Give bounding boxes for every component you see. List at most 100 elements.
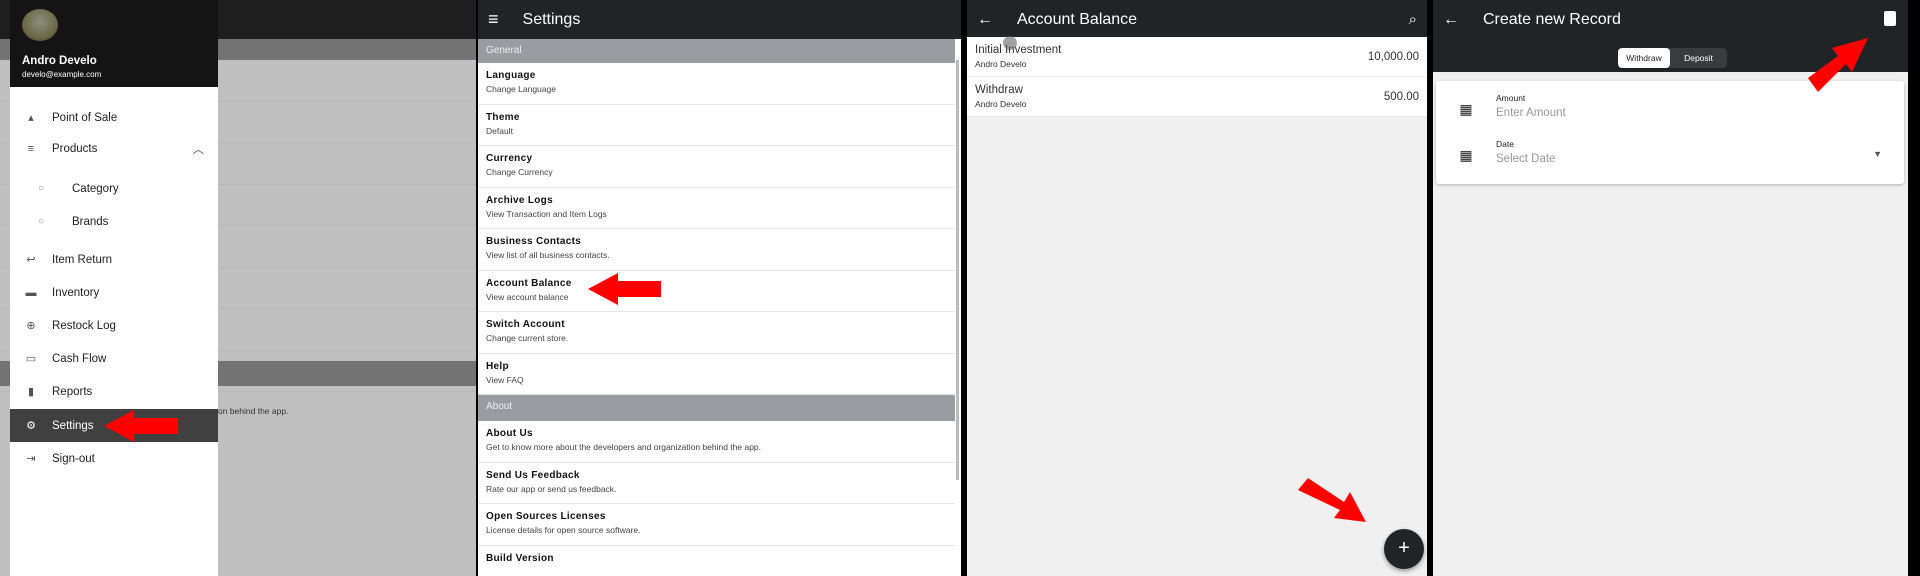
red-arrow-annotation (1808, 38, 1868, 92)
item-subtitle: View account balance (486, 291, 569, 302)
circle-icon: ○ (37, 216, 45, 227)
item-title: Switch Account (486, 319, 565, 330)
item-title: Build Version (486, 552, 554, 564)
menu-label: Products (52, 142, 98, 155)
item-subtitle: View FAQ (486, 374, 524, 385)
menu-reports[interactable]: ▮ Reports (10, 375, 218, 408)
settings-item[interactable]: Switch Account Change current store. (478, 312, 955, 354)
row-user: Andro Develo (975, 99, 1027, 109)
item-title: Business Contacts (486, 236, 582, 247)
settings-item[interactable]: Currency Change Currency (478, 146, 955, 188)
user-name: Andro Develo (22, 55, 97, 67)
plus-circle-icon: ⊕ (26, 320, 36, 332)
menu-cash-flow[interactable]: ▭ Cash Flow (10, 342, 218, 375)
page-title: Create new Record (1483, 11, 1621, 28)
app-bar: ← Account Balance ⌕ (967, 0, 1427, 39)
menu-label: Item Return (52, 253, 113, 266)
red-arrow-annotation (1298, 478, 1366, 522)
item-title: Help (486, 360, 509, 372)
app-bar: ≡ Settings (478, 0, 961, 39)
menu-label: Point of Sale (52, 111, 118, 124)
date-field[interactable]: ▦ Date Select Date ▼ (1436, 139, 1904, 165)
item-subtitle: License details for open source software… (486, 525, 641, 535)
settings-item[interactable]: Account Balance View account balance (478, 271, 955, 312)
item-subtitle: Change Currency (486, 167, 553, 177)
box-icon: ▬ (25, 286, 37, 299)
menu-sign-out[interactable]: ⇥ Sign-out (10, 442, 218, 475)
reply-icon: ↩ (26, 254, 36, 266)
avatar (22, 9, 58, 41)
settings-item[interactable]: Business Contacts View list of all busine… (478, 229, 955, 271)
page-title: Settings (522, 10, 581, 28)
amount-placeholder: Enter Amount (1496, 107, 1566, 119)
settings-item[interactable]: Build Version (478, 546, 955, 576)
calculator-icon: ▦ (1459, 101, 1473, 117)
drawer-screen: on behind the app. Andro Develo develo@e… (0, 0, 476, 576)
dropdown-icon[interactable]: ▼ (1873, 139, 1882, 165)
menu-inventory[interactable]: ▬ Inventory (10, 276, 218, 309)
menu-products[interactable]: ≡ Products ︿ (10, 132, 218, 165)
back-arrow-icon[interactable]: ← (977, 11, 993, 29)
red-arrow-annotation (104, 410, 178, 442)
circle-icon: ○ (37, 183, 45, 194)
menu-label: Settings (52, 419, 94, 432)
row-user: Andro Develo (975, 59, 1027, 69)
type-toggle: Withdraw Deposit (1618, 48, 1727, 68)
bar-chart-icon: ▮ (27, 386, 35, 398)
item-subtitle: View Transaction and Item Logs (486, 208, 607, 219)
settings-screen: ≡ Settings General Language Change Langua… (478, 0, 961, 576)
settings-item[interactable]: Help View FAQ (478, 354, 955, 395)
card-icon: ▭ (25, 353, 37, 365)
tab-deposit[interactable]: Deposit (1670, 48, 1727, 68)
back-arrow-icon[interactable]: ← (1443, 11, 1459, 29)
row-name: Initial Investment (975, 44, 1062, 56)
settings-item[interactable]: Archive Logs View Transaction and Item Lo… (478, 188, 955, 229)
settings-item[interactable]: Language Change Language (478, 63, 955, 105)
item-subtitle: Default (486, 125, 513, 136)
list-icon: ≡ (27, 142, 35, 155)
scrollbar[interactable] (956, 60, 959, 480)
add-record-fab[interactable]: + (1384, 529, 1424, 569)
menu-icon[interactable]: ≡ (488, 9, 499, 30)
save-icon[interactable] (1884, 11, 1896, 26)
menu-item-return[interactable]: ↩ Item Return (10, 243, 218, 276)
menu-brands[interactable]: ○ Brands (10, 205, 218, 238)
item-subtitle: Get to know more about the developers an… (486, 442, 762, 452)
menu-restock-log[interactable]: ⊕ Restock Log (10, 309, 218, 342)
account-balance-screen: ← Account Balance ⌕ Initial Investment An… (967, 0, 1427, 576)
user-email: develo@example.com (22, 70, 102, 79)
drawer-header: Andro Develo develo@example.com (10, 0, 218, 87)
field-label: Amount (1496, 93, 1526, 103)
menu-label: Reports (52, 385, 93, 398)
background-text: on behind the app. (218, 406, 289, 416)
item-title: Open Sources Licenses (486, 511, 606, 522)
menu-label: Category (72, 182, 119, 195)
item-subtitle: View list of all business contacts. (486, 250, 610, 260)
item-title: Theme (486, 111, 520, 123)
chevron-up-icon: ︿ (192, 143, 205, 156)
item-title: Language (486, 70, 536, 81)
touch-indicator (1003, 36, 1017, 50)
menu-point-of-sale[interactable]: ▴ Point of Sale (10, 101, 218, 134)
menu-label: Brands (72, 215, 109, 228)
record-form-card: ▦ Amount Enter Amount ▦ Date Select Date ▼ (1436, 81, 1904, 184)
balance-row[interactable]: Initial Investment Andro Develo 10,000.00 (967, 37, 1427, 77)
balance-row[interactable]: Withdraw Andro Develo 500.00 (967, 77, 1427, 117)
item-subtitle: Change Language (486, 84, 556, 94)
menu-label: Sign-out (52, 452, 95, 465)
row-amount: 500.00 (1383, 90, 1419, 103)
search-icon[interactable]: ⌕ (1409, 11, 1417, 28)
settings-item[interactable]: Open Sources Licenses License details for… (478, 504, 955, 546)
tab-withdraw[interactable]: Withdraw (1618, 48, 1670, 68)
item-title: About Us (486, 428, 533, 439)
menu-label: Cash Flow (52, 352, 107, 365)
menu-category[interactable]: ○ Category (10, 172, 218, 205)
settings-item[interactable]: Send Us Feedback Rate our app or send us … (478, 463, 955, 504)
settings-item[interactable]: Theme Default (478, 105, 955, 146)
date-placeholder: Select Date (1496, 153, 1556, 165)
amount-field[interactable]: ▦ Amount Enter Amount (1436, 93, 1904, 119)
item-title: Archive Logs (486, 194, 553, 206)
calendar-icon: ▦ (1459, 147, 1473, 163)
red-arrow-annotation (588, 273, 661, 305)
settings-item[interactable]: About Us Get to know more about the devel… (478, 421, 955, 463)
